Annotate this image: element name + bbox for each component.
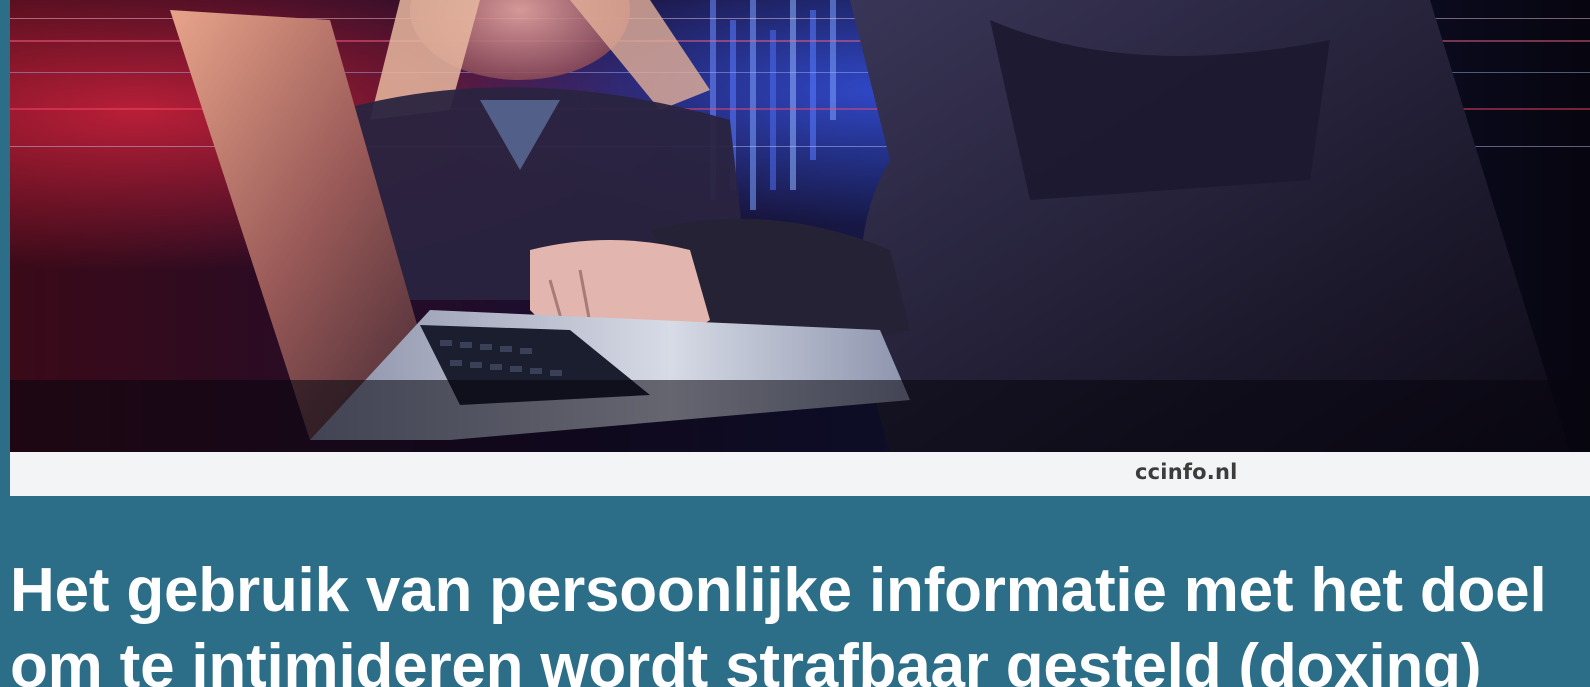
article-page: ccinfo.nl Het gebruik van persoonlijke i… — [0, 0, 1590, 687]
image-caption-bar: ccinfo.nl — [10, 452, 1590, 496]
hero-photo[interactable] — [10, 0, 1590, 452]
image-source-caption: ccinfo.nl — [1135, 460, 1238, 484]
hero-illustration — [10, 0, 1590, 452]
article-title: Het gebruik van persoonlijke informatie … — [10, 556, 1547, 687]
